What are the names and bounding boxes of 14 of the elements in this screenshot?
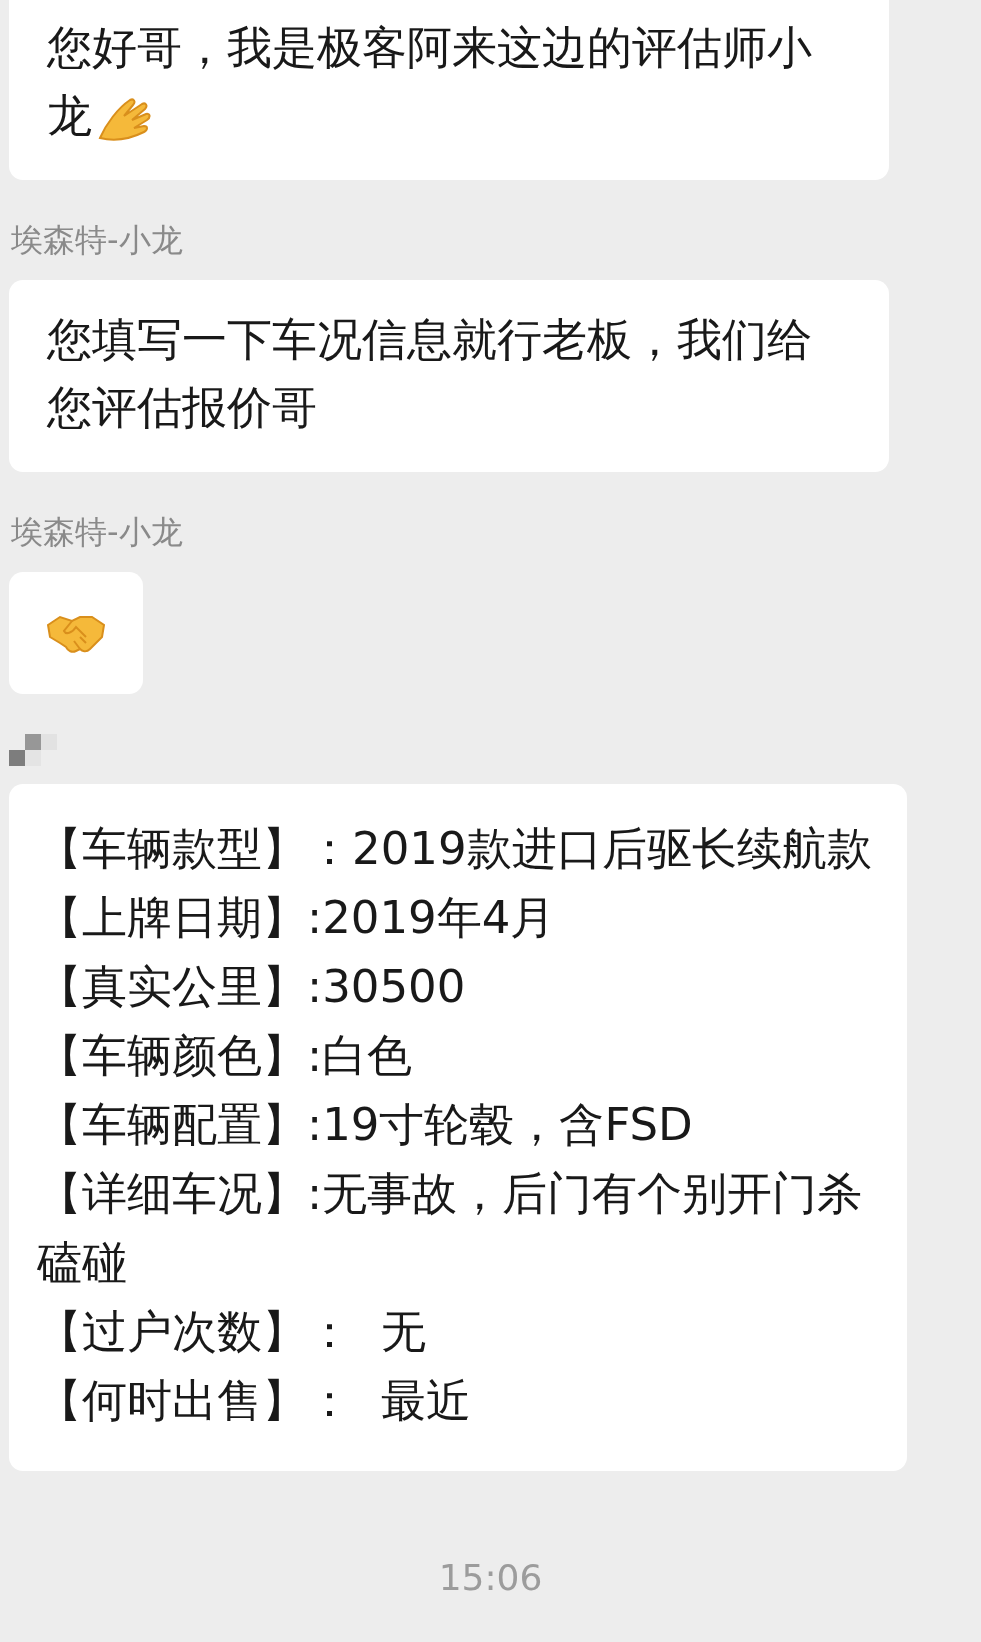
info-line: 【上牌日期】:2019年4月: [37, 890, 557, 946]
info-line: 【详细车况】:无事故，后门有个别开门杀磕碰: [37, 1166, 864, 1291]
blurred-name-icon: [9, 734, 57, 766]
info-line: 【车辆颜色】:白色: [37, 1028, 414, 1084]
sender-name: 埃森特-小龙: [11, 516, 184, 548]
info-line: 【过户次数】： 无: [37, 1304, 427, 1360]
info-line: 【真实公里】:30500: [37, 959, 467, 1015]
info-line: 【何时出售】： 最近: [37, 1373, 472, 1429]
sender-name: 埃森特-小龙: [11, 224, 184, 256]
info-line: 【车辆款型】：2019款进口后驱长续航款: [37, 821, 873, 877]
message-text: 您填写一下车况信息就行老板，我们给您评估报价哥: [47, 312, 813, 436]
message-text: 您好哥，我是极客阿来这边的评估师小龙: [47, 20, 813, 146]
info-line: 【车辆配置】:19寸轮毂，含FSD: [37, 1097, 694, 1153]
timestamp: 15:06: [438, 1556, 543, 1600]
